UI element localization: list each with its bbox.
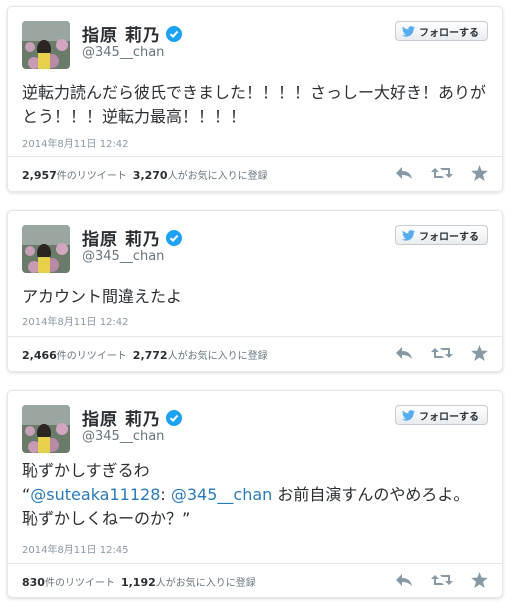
tweet-text: 恥ずかしすぎるわ “@suteaka11128: @345__chan お前自演… [22,459,488,531]
verified-badge-icon [165,409,182,426]
tweet-card-2: 指原 莉乃 @345__chan フォローする アカウント間違えたよ 2014年… [7,210,503,372]
avatar[interactable] [22,405,70,453]
favorite-stat[interactable]: 1,192人がお気に入りに登録 [121,574,256,589]
tweet-actions [395,165,488,181]
retweet-icon[interactable] [431,572,453,588]
retweet-stat[interactable]: 2,466件のリツイート [22,347,127,362]
divider [8,156,502,157]
follow-label: フォローする [419,231,479,243]
tweet-text-line: 恥ずかしくねーのか？” [22,509,191,528]
follow-label: フォローする [419,411,479,423]
divider [8,336,502,337]
tweet-text-line: “@suteaka11128: @345__chan お前自演すんのやめろよ。 [22,485,470,504]
favorite-stat[interactable]: 3,270人がお気に入りに登録 [133,167,268,182]
display-name[interactable]: 指原 莉乃 [82,21,161,46]
display-name[interactable]: 指原 莉乃 [82,225,161,250]
avatar[interactable] [22,225,70,273]
tweet-card-3: 指原 莉乃 @345__chan フォローする 恥ずかしすぎるわ “@sutea… [7,390,503,598]
handle[interactable]: @345__chan [82,45,164,60]
retweet-icon[interactable] [431,345,453,361]
reply-icon[interactable] [395,165,413,181]
tweet-text: 逆転力読んだら彼氏できました！！！！さっしー大好き！ありがとう！！！逆転力最高！… [22,83,487,126]
twitter-bird-icon [402,25,415,37]
twitter-bird-icon [402,229,415,241]
favorite-star-icon[interactable] [471,165,488,181]
reply-icon[interactable] [395,345,413,361]
tweet-stats: 830件のリツイート 1,192人がお気に入りに登録 [22,574,256,589]
tweet-text-line: 恥ずかしすぎるわ [22,461,150,480]
tweet-actions [395,572,488,588]
mention-link[interactable]: @suteaka11128 [30,485,160,504]
verified-badge-icon [165,229,182,246]
tweet-text: アカウント間違えたよ [22,287,183,306]
favorite-stat[interactable]: 2,772人がお気に入りに登録 [133,347,268,362]
follow-button[interactable]: フォローする [395,225,488,245]
tweet-stats: 2,957件のリツイート 3,270人がお気に入りに登録 [22,167,268,182]
retweet-icon[interactable] [431,165,453,181]
divider [8,563,502,564]
timestamp[interactable]: 2014年8月11日 12:45 [22,541,129,556]
timestamp[interactable]: 2014年8月11日 12:42 [22,313,129,328]
favorite-star-icon[interactable] [471,572,488,588]
handle[interactable]: @345__chan [82,429,164,444]
tweet-actions [395,345,488,361]
verified-badge-icon [165,25,182,42]
handle[interactable]: @345__chan [82,249,164,264]
follow-button[interactable]: フォローする [395,21,488,41]
twitter-bird-icon [402,409,415,421]
follow-button[interactable]: フォローする [395,405,488,425]
tweet-card-1: 指原 莉乃 @345__chan フォローする 逆転力読んだら彼氏できました！！… [7,6,503,192]
tweet-stats: 2,466件のリツイート 2,772人がお気に入りに登録 [22,347,268,362]
follow-label: フォローする [419,27,479,39]
timestamp[interactable]: 2014年8月11日 12:42 [22,135,129,150]
favorite-star-icon[interactable] [471,345,488,361]
reply-icon[interactable] [395,572,413,588]
mention-link[interactable]: @345__chan [171,485,272,504]
display-name[interactable]: 指原 莉乃 [82,405,161,430]
retweet-stat[interactable]: 2,957件のリツイート [22,167,127,182]
avatar[interactable] [22,21,70,69]
retweet-stat[interactable]: 830件のリツイート [22,574,115,589]
